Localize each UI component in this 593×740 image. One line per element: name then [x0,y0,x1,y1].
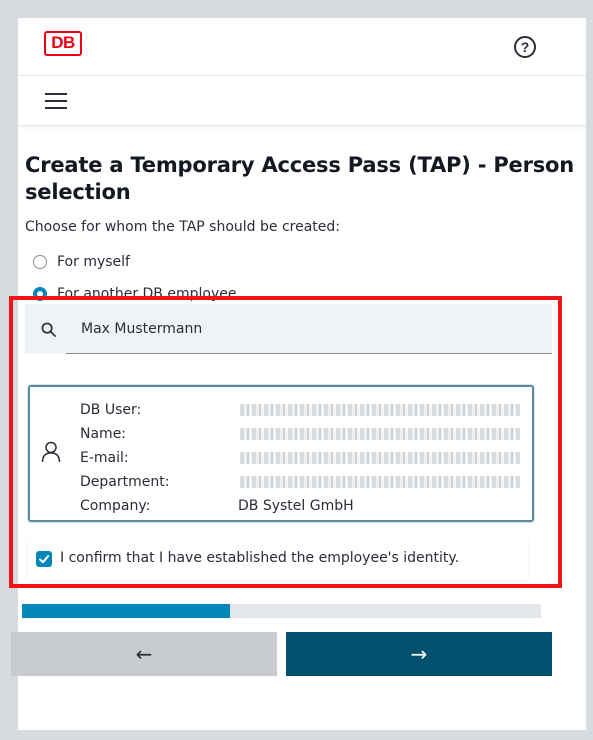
search-input-value[interactable]: Max Mustermann [81,320,202,338]
person-icon [41,441,61,463]
nav-bar [18,76,586,126]
help-icon[interactable]: ? [514,36,536,58]
person-card: DB User: Name: E-mail: Department: Compa… [28,385,534,522]
field-label-name: Name: [80,426,127,442]
page-subtitle: Choose for whom the TAP should be create… [25,219,340,235]
identity-confirm-row[interactable]: I confirm that I have established the em… [28,538,528,580]
redacted-value [240,404,520,416]
field-label-db-user: DB User: [80,402,142,418]
redacted-value [240,476,520,488]
top-header: DB ? [18,18,586,76]
back-button[interactable]: ← [11,632,277,676]
progress-bar [22,604,541,618]
progress-fill [22,604,230,618]
redacted-value [240,452,520,464]
confirm-label: I confirm that I have established the em… [60,550,460,566]
redacted-value [240,428,520,440]
radio-label: For myself [57,254,130,270]
search-underline [66,353,552,354]
search-icon [41,322,56,337]
radio-for-myself[interactable]: For myself [33,251,333,273]
next-button[interactable]: → [286,632,552,676]
field-value-company: DB Systel GmbH [238,498,354,514]
radio-circle[interactable] [33,255,47,269]
confirm-checkbox[interactable] [36,551,52,567]
page-title: Create a Temporary Access Pass (TAP) - P… [25,153,575,204]
employee-search-field[interactable]: Max Mustermann [25,304,552,354]
db-logo[interactable]: DB [44,31,82,56]
hamburger-menu-icon[interactable] [45,93,67,109]
field-label-company: Company: [80,498,151,514]
checkmark-icon [39,555,50,564]
field-label-department: Department: [80,474,170,490]
field-label-email: E-mail: [80,450,129,466]
